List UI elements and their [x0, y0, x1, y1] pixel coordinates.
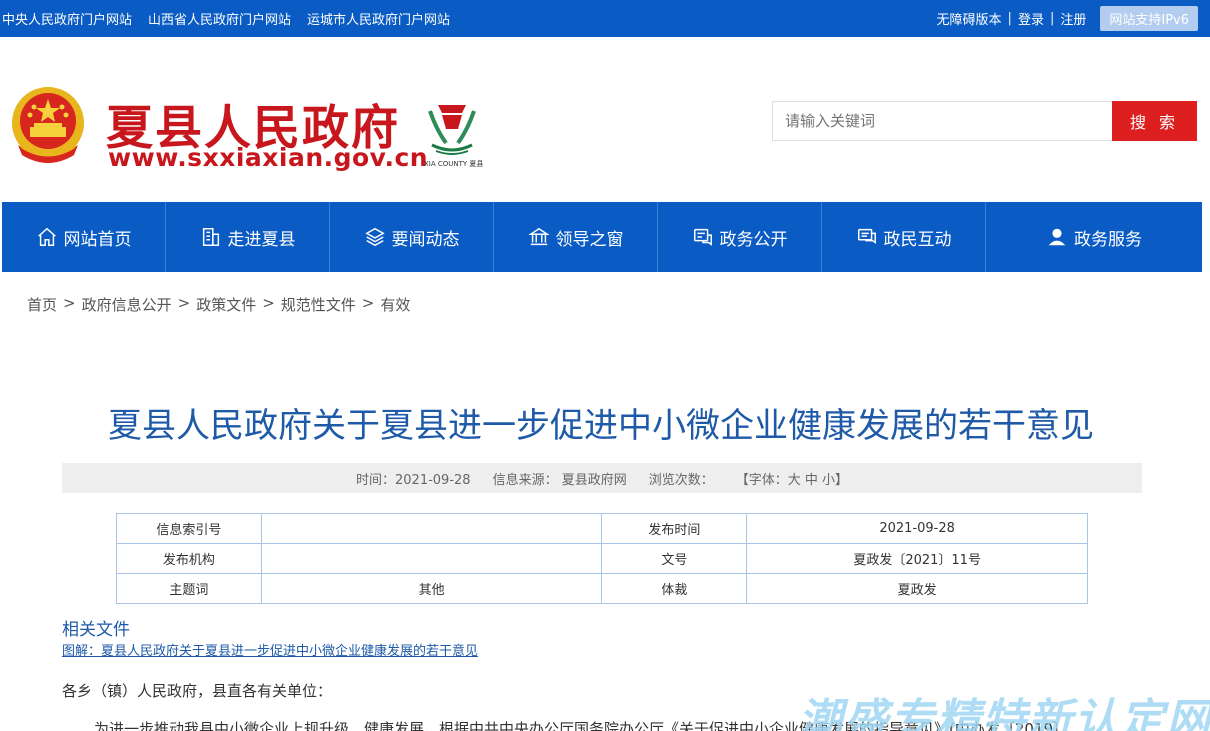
table-cell: 其他	[260, 573, 603, 604]
site-header: 夏县人民政府 www.sxxiaxian.gov.cn XIA COUNTY 夏…	[0, 37, 1210, 202]
table-cell: 主题词	[116, 573, 262, 604]
breadcrumb-separator: >	[262, 294, 275, 312]
breadcrumb-policy[interactable]: 政策文件	[196, 294, 256, 315]
home-icon	[37, 227, 56, 246]
nav-label: 领导之窗	[555, 229, 624, 250]
document-chat-icon	[693, 228, 712, 246]
watermark: 潮盛专精特新认定网	[798, 695, 1210, 731]
user-service-icon	[1048, 228, 1066, 246]
table-row: 信息索引号 发布时间 2021-09-28	[116, 513, 1088, 544]
building-icon	[202, 228, 219, 246]
link-shanxi-gov[interactable]: 山西省人民政府门户网站	[148, 9, 291, 28]
breadcrumb: 首页 > 政府信息公开 > 政策文件 > 规范性文件 > 有效	[27, 294, 410, 315]
related-file-link[interactable]: 图解：夏县人民政府关于夏县进一步促进中小微企业健康发展的若干意见	[62, 640, 478, 659]
table-cell: 体裁	[601, 573, 748, 604]
county-logo: XIA COUNTY 夏县	[424, 99, 484, 169]
county-logo-text: XIA COUNTY 夏县	[424, 160, 484, 168]
info-table: 信息索引号 发布时间 2021-09-28 发布机构 文号 夏政发〔2021〕1…	[116, 513, 1088, 604]
login-link[interactable]: 登录	[1018, 9, 1044, 28]
nav-label: 政务公开	[719, 229, 788, 250]
nav-item-gov-affairs[interactable]: 政务公开	[658, 202, 822, 272]
main-nav: 网站首页 走进夏县 要闻动态 领导之窗 政务公开 政民互动 政务服务	[2, 202, 1202, 272]
top-bar: 中央人民政府门户网站 山西省人民政府门户网站 运城市人民政府门户网站 无障碍版本…	[0, 0, 1210, 37]
table-cell: 2021-09-28	[746, 513, 1088, 544]
nav-item-home[interactable]: 网站首页	[2, 202, 166, 272]
search-button[interactable]: 搜 索	[1112, 101, 1197, 141]
nav-label: 网站首页	[63, 229, 132, 250]
breadcrumb-separator: >	[63, 294, 76, 312]
accessibility-link[interactable]: 无障碍版本	[937, 9, 1002, 28]
table-cell: 文号	[601, 543, 748, 574]
nav-item-leaders[interactable]: 领导之窗	[494, 202, 658, 272]
search-input[interactable]	[772, 101, 1114, 141]
article-greeting: 各乡（镇）人民政府，县直各有关单位：	[62, 682, 333, 700]
external-links: 中央人民政府门户网站 山西省人民政府门户网站 运城市人民政府门户网站	[2, 0, 450, 37]
table-cell	[260, 513, 603, 544]
nav-item-services[interactable]: 政务服务	[986, 202, 1202, 272]
county-logo-icon	[428, 105, 476, 155]
meta-source: 信息来源： 夏县政府网	[492, 472, 627, 488]
nav-item-about[interactable]: 走进夏县	[166, 202, 330, 272]
site-url: www.sxxiaxian.gov.cn	[108, 143, 429, 172]
ipv6-badge: 网站支持IPv6	[1100, 6, 1198, 31]
nav-label: 走进夏县	[227, 229, 296, 250]
article-title: 夏县人民政府关于夏县进一步促进中小微企业健康发展的若干意见	[108, 406, 1094, 446]
breadcrumb-gov-info[interactable]: 政府信息公开	[82, 294, 172, 315]
breadcrumb-home[interactable]: 首页	[27, 294, 57, 315]
table-row: 主题词 其他 体裁 夏政发	[116, 573, 1088, 604]
table-cell	[260, 543, 603, 574]
table-cell: 夏政发〔2021〕11号	[746, 543, 1088, 574]
related-files-title: 相关文件	[62, 620, 130, 640]
link-central-gov[interactable]: 中央人民政府门户网站	[2, 9, 132, 28]
nav-item-news[interactable]: 要闻动态	[330, 202, 494, 272]
breadcrumb-normative[interactable]: 规范性文件	[281, 294, 356, 315]
top-right-links: 无障碍版本 | 登录 | 注册 网站支持IPv6	[937, 0, 1198, 37]
table-cell: 夏政发	[746, 573, 1088, 604]
breadcrumb-separator: >	[177, 294, 191, 312]
meta-views: 浏览次数：	[648, 472, 714, 488]
table-cell: 信息索引号	[116, 513, 262, 544]
table-row: 发布机构 文号 夏政发〔2021〕11号	[116, 543, 1088, 574]
institution-icon	[527, 227, 550, 246]
meta-time: 时间：2021-09-28	[356, 472, 471, 488]
message-icon	[857, 228, 876, 244]
separator: |	[1049, 11, 1055, 26]
nav-label: 政务服务	[1074, 229, 1142, 250]
link-yuncheng-gov[interactable]: 运城市人民政府门户网站	[307, 9, 450, 28]
table-cell: 发布机构	[116, 543, 262, 574]
breadcrumb-valid[interactable]: 有效	[380, 294, 410, 315]
layers-icon	[364, 227, 385, 247]
nav-label: 要闻动态	[391, 229, 460, 250]
register-link[interactable]: 注册	[1060, 9, 1086, 28]
meta-font-size[interactable]: 【字体：大 中 小】	[736, 469, 848, 488]
breadcrumb-separator: >	[361, 294, 375, 312]
national-emblem-icon	[12, 87, 84, 163]
article-meta-bar: 时间：2021-09-28 信息来源： 夏县政府网 浏览次数： 【字体：大 中 …	[62, 463, 1142, 493]
nav-item-interaction[interactable]: 政民互动	[822, 202, 986, 272]
table-cell: 发布时间	[601, 513, 748, 544]
separator: |	[1007, 11, 1012, 26]
nav-label: 政民互动	[883, 229, 952, 250]
